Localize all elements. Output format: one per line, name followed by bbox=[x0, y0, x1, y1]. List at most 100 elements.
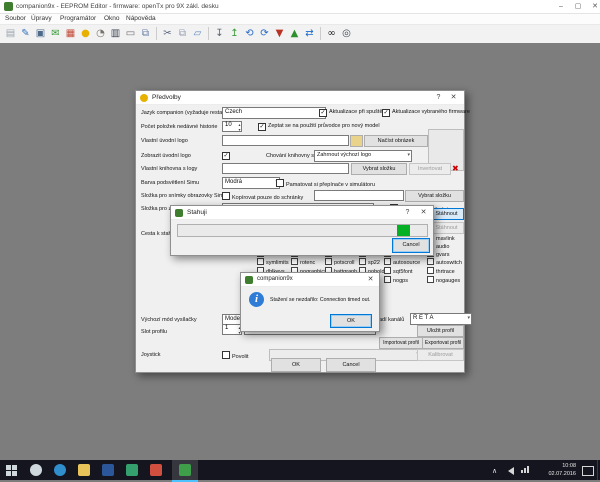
error-message-text: Stažení se nezdařilo: Connection timed o… bbox=[270, 297, 376, 303]
open-file-icon[interactable]: ✎ bbox=[19, 27, 32, 40]
read-tx-icon[interactable]: ⟲ bbox=[243, 27, 256, 40]
fw-option-sp22[interactable]: sp22 bbox=[359, 258, 380, 266]
fuses-icon[interactable]: ◔ bbox=[94, 27, 107, 40]
fw-option-nogps[interactable]: nogps bbox=[384, 276, 408, 284]
export-profile-button[interactable]: Exportovat profil bbox=[422, 337, 464, 349]
send-icon[interactable]: ✉ bbox=[49, 27, 62, 40]
wizard-checkbox[interactable]: Zeptat se na použití průvodce pro nový m… bbox=[258, 123, 380, 131]
backlight-label: Barva podsvětlení Simu bbox=[141, 180, 199, 186]
menu-upravy[interactable]: Úpravy bbox=[31, 15, 52, 22]
read-models-icon[interactable]: ▼ bbox=[273, 27, 286, 40]
fw-option-potscroll[interactable]: potscroll bbox=[325, 258, 354, 266]
help-button[interactable]: ? bbox=[401, 207, 414, 218]
browser-icon[interactable] bbox=[54, 464, 66, 476]
msgbox-titlebar: companion9x ✕ bbox=[241, 273, 379, 287]
show-desktop-button[interactable] bbox=[597, 460, 598, 480]
compare-icon[interactable]: ⧉ bbox=[139, 27, 152, 40]
menu-programator[interactable]: Programátor bbox=[60, 15, 96, 22]
backlight-select[interactable]: Modrá bbox=[222, 177, 280, 189]
splash-path-input[interactable] bbox=[222, 135, 349, 146]
language-label: Jazyk companion (vyžaduje restart) bbox=[141, 110, 228, 116]
show-splash-checkbox[interactable] bbox=[222, 152, 232, 160]
msgbox-ok-button[interactable]: OK bbox=[330, 314, 372, 328]
channel-order-select[interactable]: R E T A bbox=[410, 313, 472, 325]
select-library-folder-button[interactable]: Vybrat složku bbox=[351, 163, 407, 175]
app-icon bbox=[4, 2, 13, 11]
download-cancel-button[interactable]: Cancel bbox=[392, 238, 430, 253]
fw-option-autoswitch[interactable]: autoswitch bbox=[427, 258, 462, 266]
joystick-enable-checkbox[interactable]: Povolit bbox=[222, 351, 249, 360]
menu-napoveda[interactable]: Nápověda bbox=[126, 15, 156, 22]
fw-option-symlimits[interactable]: symlimits bbox=[257, 258, 289, 266]
remember-switches-checkbox[interactable]: Pamatovat si přepínače v simulátoru bbox=[276, 179, 375, 188]
fw-option-nogauges[interactable]: nogauges bbox=[427, 276, 460, 284]
write-eeprom-icon[interactable]: ↧ bbox=[213, 27, 226, 40]
minimize-button[interactable]: – bbox=[553, 1, 569, 12]
download-firmware-button-2[interactable]: Stáhnout bbox=[429, 222, 464, 234]
start-button[interactable] bbox=[6, 465, 17, 476]
fw-option-autosource[interactable]: autosource bbox=[384, 258, 420, 266]
write-tx-icon[interactable]: ⟳ bbox=[258, 27, 271, 40]
language-select[interactable]: Czech bbox=[222, 107, 326, 119]
clock-date[interactable]: 02.07.2016 bbox=[536, 471, 576, 477]
close-icon[interactable]: ✕ bbox=[447, 92, 460, 103]
volume-icon[interactable] bbox=[508, 467, 514, 475]
logs-icon[interactable]: ▦ bbox=[64, 27, 77, 40]
tray-chevron-icon[interactable]: ∧ bbox=[492, 467, 497, 475]
pinned-app-icon[interactable] bbox=[126, 464, 138, 476]
fw-option-thrtrace[interactable]: thrtrace bbox=[427, 267, 455, 275]
find-icon[interactable]: ◎ bbox=[340, 27, 353, 40]
close-icon[interactable]: ✕ bbox=[364, 274, 377, 285]
calibrate-button[interactable]: Kalibrovat bbox=[417, 349, 464, 361]
configure-icon[interactable]: ∞ bbox=[325, 27, 338, 40]
screenshot-folder-label: Složka pro snímky obrazovky Simu bbox=[141, 193, 227, 199]
maximize-button[interactable]: ▢ bbox=[570, 1, 586, 12]
update-startup-checkbox[interactable]: Aktualizace při spuštění bbox=[319, 109, 387, 117]
paste-icon[interactable]: ▱ bbox=[191, 27, 204, 40]
copy-icon[interactable]: ⧉ bbox=[176, 27, 189, 40]
preferences-titlebar: Předvolby ? ✕ bbox=[136, 91, 464, 105]
profile-slot-spinner[interactable]: 1 bbox=[222, 324, 242, 335]
checkbox-label: Pamatovat si přepínače v simulátoru bbox=[286, 182, 375, 188]
ok-button[interactable]: OK bbox=[271, 358, 321, 372]
menu-soubor[interactable]: Soubor bbox=[5, 15, 26, 22]
cut-icon[interactable]: ✂ bbox=[161, 27, 174, 40]
close-icon[interactable]: ✕ bbox=[417, 207, 430, 218]
invert-button[interactable]: Invertovat bbox=[409, 163, 451, 175]
simulate-icon[interactable]: ▥ bbox=[109, 27, 122, 40]
file-explorer-icon[interactable] bbox=[78, 464, 90, 476]
preferences-icon[interactable]: ● bbox=[79, 27, 92, 40]
fw-option-sqt5font[interactable]: sqt5font bbox=[384, 267, 413, 275]
action-center-icon[interactable] bbox=[582, 466, 594, 476]
library-path-input[interactable] bbox=[222, 163, 349, 174]
download-firmware-button[interactable]: Stáhnout bbox=[429, 208, 464, 220]
pinned-app-icon[interactable] bbox=[150, 464, 162, 476]
update-firmware-checkbox[interactable]: Aktualizace vybraného firmware bbox=[382, 109, 470, 117]
help-button[interactable]: ? bbox=[432, 92, 445, 103]
invert-error-icon: ✖ bbox=[452, 164, 459, 173]
menu-okno[interactable]: Okno bbox=[104, 15, 120, 22]
save-icon[interactable]: ▣ bbox=[34, 27, 47, 40]
save-profile-button[interactable]: Uložit profil bbox=[417, 325, 464, 337]
active-app-companion9x[interactable] bbox=[172, 460, 198, 482]
toolbar-separator bbox=[156, 27, 157, 40]
browse-image-button[interactable] bbox=[350, 135, 363, 147]
sync-icon[interactable]: ⇄ bbox=[303, 27, 316, 40]
fw-option-rotenc[interactable]: rotenc bbox=[291, 258, 315, 266]
new-file-icon[interactable]: ▤ bbox=[4, 27, 17, 40]
word-icon[interactable] bbox=[102, 464, 114, 476]
cancel-button[interactable]: Cancel bbox=[326, 358, 376, 372]
print-icon[interactable]: ▭ bbox=[124, 27, 137, 40]
select-screenshot-folder-button[interactable]: Vybrat složku bbox=[405, 190, 464, 202]
clock-time[interactable]: 10:08 bbox=[536, 463, 576, 469]
history-spinner[interactable]: 10 bbox=[222, 121, 242, 132]
clipboard-only-checkbox[interactable]: Kopírovat pouze do schránky bbox=[222, 192, 303, 201]
load-image-button[interactable]: Načíst obrázek bbox=[364, 135, 428, 147]
search-icon[interactable] bbox=[30, 464, 42, 476]
import-profile-button[interactable]: Importovat profil bbox=[379, 337, 423, 349]
write-models-icon[interactable]: ▲ bbox=[288, 27, 301, 40]
close-button[interactable]: ✕ bbox=[587, 1, 600, 12]
read-eeprom-icon[interactable]: ↥ bbox=[228, 27, 241, 40]
library-behavior-select[interactable]: Zahrnout výchozí logo bbox=[314, 150, 412, 162]
screenshot-path-input[interactable] bbox=[314, 190, 404, 201]
